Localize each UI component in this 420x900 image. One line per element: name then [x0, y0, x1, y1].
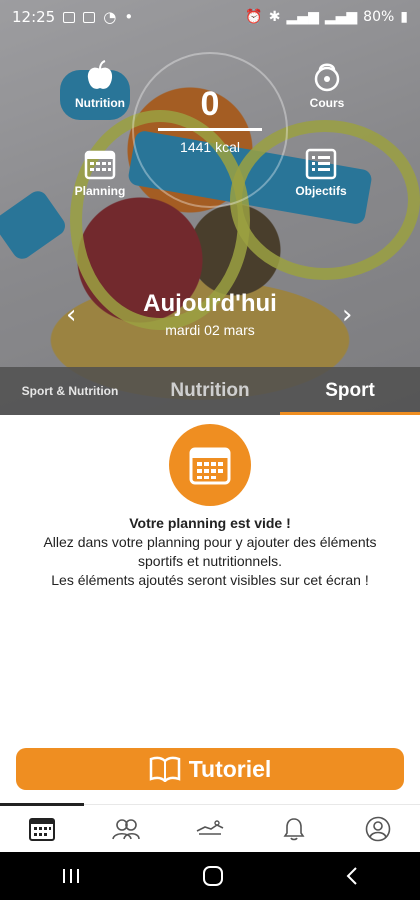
- nav-planning[interactable]: [0, 805, 84, 853]
- kettlebell-icon: [314, 63, 340, 92]
- profile-icon: [365, 816, 391, 842]
- calendar-icon: [84, 150, 116, 180]
- nav-profile[interactable]: [336, 805, 420, 853]
- back-icon[interactable]: [345, 866, 359, 886]
- tutorial-button[interactable]: Tutoriel: [16, 748, 404, 790]
- empty-state-line: sportifs et nutritionnels.: [138, 553, 282, 569]
- active-indicator: [0, 803, 84, 806]
- empty-state-title: Votre planning est vide !: [129, 515, 291, 531]
- cours-tile[interactable]: Cours: [282, 60, 372, 110]
- nav-community[interactable]: [84, 805, 168, 853]
- cours-label: Cours: [309, 96, 345, 110]
- workout-icon: [196, 820, 224, 835]
- battery-percent: 80%: [363, 9, 395, 25]
- bell-icon: [283, 818, 305, 841]
- counter-value: 0: [200, 85, 220, 123]
- apple-icon: [87, 60, 113, 89]
- calendar-icon: [29, 818, 55, 841]
- checklist-icon: [305, 148, 337, 180]
- recent-apps-icon[interactable]: [61, 867, 81, 885]
- day-date: mardi 02 mars: [165, 322, 255, 338]
- messenger-icon: ◔: [103, 8, 117, 26]
- status-time: 12:25: [12, 8, 56, 26]
- gmail-icon: [63, 11, 76, 23]
- alarm-icon: ⏰: [245, 9, 263, 25]
- nav-notifications[interactable]: [252, 805, 336, 853]
- calorie-counter[interactable]: 0 1441 kcal: [150, 85, 270, 155]
- empty-state-line: Allez dans votre planning pour y ajouter…: [43, 534, 377, 550]
- photo-icon: [83, 11, 96, 23]
- empty-state-line: Les éléments ajoutés seront visibles sur…: [51, 572, 369, 588]
- empty-state-message: Votre planning est vide ! Allez dans vot…: [10, 514, 410, 590]
- bottom-navigation: [0, 803, 420, 853]
- battery-icon: ▮: [400, 9, 408, 25]
- signal-icon: ▂▄▆: [286, 9, 319, 25]
- nav-workout[interactable]: [168, 805, 252, 853]
- day-title: Aujourd'hui: [143, 290, 277, 317]
- dot-icon: •: [124, 8, 134, 26]
- empty-planning-badge: [169, 424, 251, 506]
- counter-divider: [158, 128, 262, 131]
- home-icon[interactable]: [202, 865, 224, 887]
- book-icon: [149, 756, 180, 782]
- community-icon: [112, 819, 140, 840]
- bluetooth-icon: ✱: [268, 9, 281, 25]
- objectifs-tile[interactable]: Objectifs: [276, 148, 366, 198]
- nutrition-label: Nutrition: [75, 96, 125, 110]
- tutorial-label: Tutoriel: [188, 755, 272, 782]
- tab-bar: Sport & Nutrition Nutrition Sport: [0, 367, 420, 415]
- day-header: Aujourd'hui mardi 02 mars: [0, 290, 420, 338]
- tab-sport-nutrition[interactable]: Sport & Nutrition: [0, 367, 140, 415]
- calendar-icon: [189, 447, 231, 485]
- nutrition-tile[interactable]: Nutrition: [55, 60, 145, 110]
- signal-icon: ▂▄▆: [324, 9, 358, 25]
- tab-nutrition[interactable]: Nutrition: [140, 367, 280, 415]
- planning-label: Planning: [74, 184, 126, 198]
- status-bar: 12:25 ◔ • ⏰ ✱ ▂▄▆ ▂▄▆ 80% ▮: [0, 0, 420, 34]
- system-navigation-bar: [0, 852, 420, 900]
- calorie-target: 1441 kcal: [180, 139, 240, 155]
- objectifs-label: Objectifs: [295, 184, 347, 198]
- planning-tile[interactable]: Planning: [55, 148, 145, 198]
- tab-sport[interactable]: Sport: [280, 367, 420, 415]
